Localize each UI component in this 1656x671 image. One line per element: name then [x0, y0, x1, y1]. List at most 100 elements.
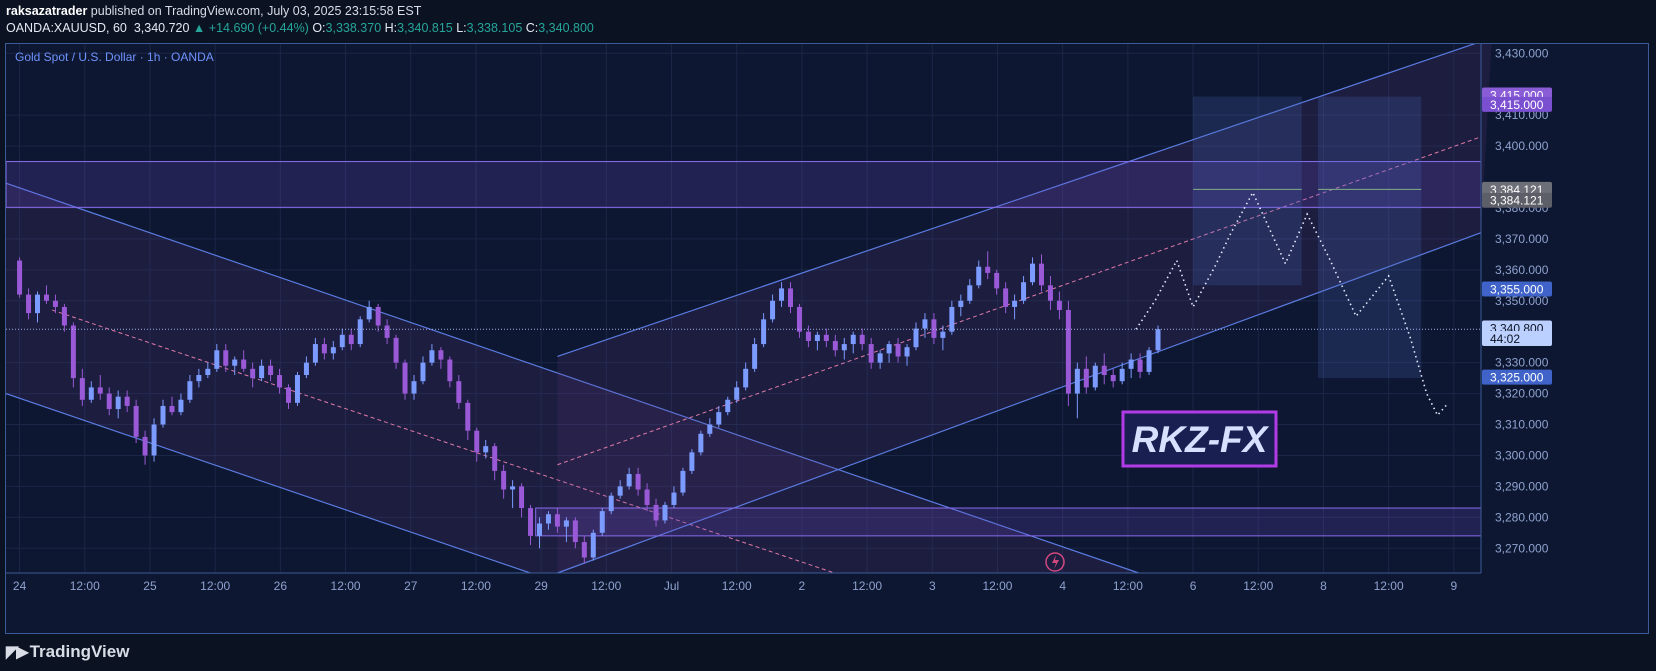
candle [17, 257, 23, 298]
candle-body [43, 294, 49, 301]
price-label-text: 3,325.000 [1490, 371, 1544, 385]
candle-body [770, 300, 776, 320]
candle-body [635, 474, 641, 490]
close-label: C: [525, 21, 539, 35]
candle-body [823, 334, 829, 341]
price-label: 3,415.000 [1482, 96, 1552, 112]
footer-brand[interactable]: ◤▶ TradingView [6, 642, 129, 662]
candle-body [178, 399, 184, 413]
symbol[interactable]: OANDA:XAUUSD, 60 [6, 21, 127, 35]
candle-body [214, 350, 220, 369]
candle-body [1012, 300, 1018, 307]
low-value: 3,338.105 [466, 21, 523, 35]
candle-body [1128, 359, 1134, 369]
candle-body [796, 306, 802, 332]
x-tick-label: 12:00 [1243, 579, 1273, 593]
candle-body [689, 452, 695, 471]
candle-body [698, 433, 704, 453]
candle-body [617, 486, 623, 496]
candle-body [895, 344, 901, 357]
candle-body [779, 288, 785, 301]
y-tick-label: 3,370.000 [1495, 232, 1549, 246]
candle-body [653, 504, 659, 521]
candle [608, 492, 614, 515]
x-tick-label: 2 [799, 579, 806, 593]
x-tick-label: 12:00 [1113, 579, 1143, 593]
y-tick-label: 3,330.000 [1495, 356, 1549, 370]
x-tick-label: 12:00 [70, 579, 100, 593]
candle-body [402, 362, 408, 394]
candle-body [671, 492, 677, 505]
range-box-right [1318, 96, 1422, 379]
candle-body [787, 288, 793, 307]
candle-body [1030, 263, 1036, 283]
candle-body [26, 294, 32, 314]
price-label: 3,355.000 [1482, 281, 1552, 297]
tradingview-logo-icon: ◤▶ [6, 644, 29, 661]
candle-body [599, 511, 605, 533]
candle-body [913, 328, 919, 348]
candle-body [393, 337, 399, 363]
candle-body [814, 334, 820, 341]
candle-body [429, 350, 435, 363]
candle-body [124, 396, 130, 406]
x-tick-label: 6 [1190, 579, 1197, 593]
candle [1065, 300, 1071, 406]
candle-body [680, 470, 686, 493]
candle-body [904, 347, 910, 357]
candle-body [510, 486, 516, 490]
candle-body [572, 520, 578, 543]
author-name[interactable]: raksazatrader [6, 4, 87, 18]
y-tick-label: 3,310.000 [1495, 418, 1549, 432]
price-label-text: 3,415.000 [1490, 98, 1544, 112]
candle-body [330, 347, 336, 354]
high-value: 3,340.815 [397, 21, 453, 35]
y-tick-label: 3,360.000 [1495, 263, 1549, 277]
candle [1146, 347, 1152, 376]
x-tick-label: 29 [534, 579, 548, 593]
candle-body [259, 365, 265, 379]
candle-body [160, 405, 166, 425]
candle-body [438, 350, 444, 360]
candle-body [268, 365, 274, 376]
candle-body [375, 306, 381, 326]
price-chart[interactable]: Gold Spot / U.S. Dollar · 1h · OANDA 3,2… [6, 44, 1649, 633]
x-tick-label: 12:00 [331, 579, 361, 593]
x-tick-label: 26 [274, 579, 288, 593]
candle-body [1056, 300, 1062, 311]
candle-body [106, 393, 112, 410]
candle-body [528, 508, 534, 536]
price-label: 3,325.000 [1482, 369, 1552, 385]
candle-body [1137, 359, 1143, 372]
open-label: O: [312, 21, 326, 35]
x-tick-label: 24 [13, 579, 27, 593]
candle-body [339, 334, 345, 348]
x-tick-label: 8 [1320, 579, 1327, 593]
watermark: RKZ-FX [1121, 410, 1278, 468]
x-tick-label: 12:00 [200, 579, 230, 593]
price-label-text: 44:02 [1490, 332, 1520, 346]
candle-body [761, 319, 767, 345]
candle-body [420, 362, 426, 382]
candle-body [133, 405, 139, 437]
published-text: published on TradingView.com, July 03, 2… [90, 4, 422, 18]
candle-body [35, 294, 41, 314]
candle-body [61, 306, 67, 326]
x-tick-label: 12:00 [722, 579, 752, 593]
candle-body [70, 325, 76, 379]
candle-body [286, 387, 292, 403]
candle-body [850, 334, 856, 345]
candle-body [536, 523, 542, 536]
candle-body [205, 368, 211, 376]
x-tick-label: 3 [929, 579, 936, 593]
candle-body [492, 446, 498, 471]
candle-body [1101, 365, 1107, 376]
candle-body [294, 375, 300, 403]
candle-body [590, 532, 596, 558]
symbol-info: OANDA:XAUUSD, 60 3,340.720 ▲ +14.690 (+0… [6, 21, 594, 35]
price-label-text: 3,384.121 [1490, 194, 1544, 208]
candle-body [976, 266, 982, 286]
candle-body [1021, 282, 1027, 301]
candle-body [79, 378, 85, 400]
candle-body [707, 424, 713, 434]
